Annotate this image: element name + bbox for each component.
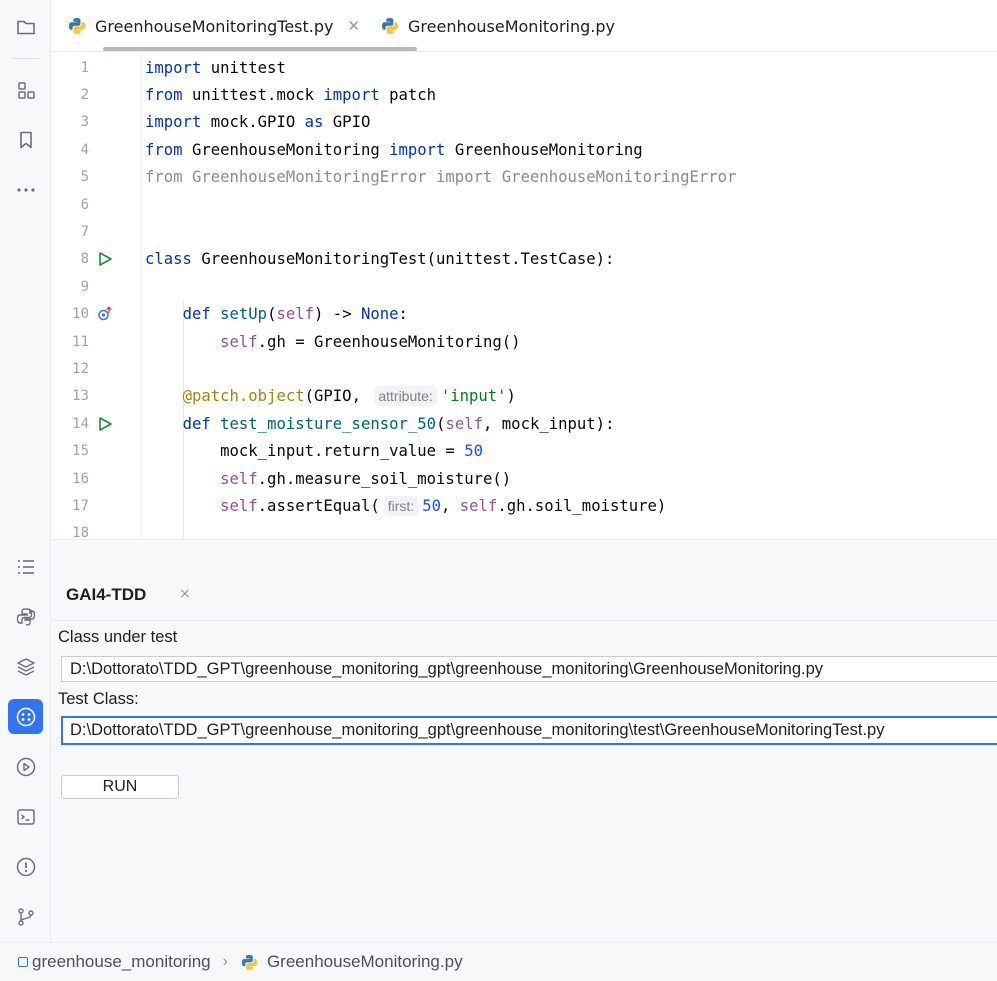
override-method-icon[interactable] (97, 306, 113, 322)
folder-icon (18, 957, 28, 967)
python-icon (69, 18, 85, 34)
code-text: def test_moisture_sensor_50(self, mock_i… (182, 414, 615, 433)
run-button[interactable]: RUN (61, 775, 179, 799)
code-text-unused: from GreenhouseMonitoringError import Gr… (145, 168, 737, 187)
more-icon[interactable] (8, 172, 43, 207)
line-number: 14 (72, 415, 89, 432)
line-number: 4 (80, 141, 89, 158)
code-line: 3 import mock.GPIO as GPIO (51, 109, 997, 136)
code-line: 17 self.assertEqual(first: 50, self.gh.so… (51, 492, 997, 519)
chevron-right-icon: › (222, 953, 228, 970)
project-folder-icon[interactable] (8, 9, 43, 44)
code-line: 16 self.gh.measure_soil_moisture() (51, 465, 997, 492)
breadcrumb-project[interactable]: greenhouse_monitoring (0, 952, 211, 972)
code-text: mock_input.return_value = 50 (220, 442, 483, 461)
gai4tdd-tool-window: GAI4-TDD × Class under test D:\Dottorato… (51, 569, 997, 942)
line-number: 6 (80, 196, 89, 213)
code-editor[interactable]: 1 import unittest 2 from unittest.mock i… (51, 52, 997, 539)
tool-window-title[interactable]: GAI4-TDD (66, 585, 146, 605)
code-line: 15 mock_input.return_value = 50 (51, 438, 997, 465)
tab-greenhouse-monitoring[interactable]: GreenhouseMonitoring.py (380, 0, 615, 52)
run-test-icon[interactable] (97, 251, 113, 267)
code-text: import unittest (145, 58, 286, 77)
test-class-field[interactable]: D:\Dottorato\TDD_GPT\greenhouse_monitori… (61, 716, 997, 745)
code-line: 6 (51, 191, 997, 218)
code-text: from GreenhouseMonitoring import Greenho… (145, 140, 643, 159)
close-icon[interactable]: × (179, 586, 191, 602)
line-number: 3 (80, 114, 89, 131)
line-number: 16 (72, 470, 89, 487)
parameter-hint: attribute: (374, 386, 437, 407)
code-line: 10 def setUp(self) -> None: (51, 301, 997, 328)
strip-divider (12, 58, 39, 59)
layers-icon[interactable] (8, 649, 43, 684)
line-number: 2 (80, 87, 89, 104)
line-number: 13 (72, 388, 89, 405)
code-line: 9 (51, 273, 997, 300)
code-line: 8 class GreenhouseMonitoringTest(unittes… (51, 246, 997, 273)
class-under-test-field[interactable]: D:\Dottorato\TDD_GPT\greenhouse_monitori… (61, 656, 997, 682)
problems-icon[interactable] (8, 849, 43, 884)
todo-list-icon[interactable] (8, 549, 43, 584)
line-number: 15 (72, 443, 89, 460)
code-text: class GreenhouseMonitoringTest(unittest.… (145, 250, 615, 269)
code-text: self.gh.measure_soil_moisture() (220, 469, 512, 488)
python-icon (241, 954, 258, 970)
line-number: 12 (72, 361, 89, 378)
tab-greenhouse-monitoring-test[interactable]: GreenhouseMonitoringTest.py ✕ (67, 0, 360, 52)
test-class-label: Test Class: (58, 690, 139, 708)
breadcrumb-project-label: greenhouse_monitoring (32, 952, 211, 971)
navigation-bar: greenhouse_monitoring › GreenhouseMonito… (0, 942, 997, 981)
active-tab-indicator (103, 47, 417, 51)
code-line: 5 from GreenhouseMonitoringError import … (51, 164, 997, 191)
code-text: from unittest.mock import patch (145, 86, 437, 105)
code-line: 2 from unittest.mock import patch (51, 81, 997, 108)
line-number: 10 (72, 306, 89, 323)
class-under-test-label: Class under test (58, 628, 178, 646)
line-number: 9 (80, 278, 89, 295)
code-line: 18 (51, 520, 997, 539)
line-number: 11 (72, 333, 89, 350)
code-line: 7 (51, 218, 997, 245)
editor-splitter[interactable] (51, 539, 997, 569)
code-line: 1 import unittest (51, 54, 997, 81)
code-line: 12 (51, 355, 997, 382)
code-line: 14 def test_moisture_sensor_50(self, moc… (51, 410, 997, 437)
line-number: 8 (80, 251, 89, 268)
breadcrumb-file-label: GreenhouseMonitoring.py (266, 952, 463, 971)
code-text: self.assertEqual(first: 50, self.gh.soil_… (220, 496, 667, 517)
code-text: @patch.object(GPIO, attribute:'input') (182, 386, 516, 407)
code-text: import mock.GPIO as GPIO (145, 113, 371, 132)
gai4tdd-plugin-icon[interactable] (8, 699, 43, 734)
code-text: def setUp(self) -> None: (182, 305, 408, 324)
terminal-icon[interactable] (8, 799, 43, 834)
code-line: 4 from GreenhouseMonitoring import Green… (51, 136, 997, 163)
services-icon[interactable] (8, 749, 43, 784)
tab-label: GreenhouseMonitoring.py (408, 16, 615, 36)
tab-label: GreenhouseMonitoringTest.py (95, 16, 334, 36)
code-line: 11 self.gh = GreenhouseMonitoring() (51, 328, 997, 355)
run-test-icon[interactable] (97, 416, 113, 432)
bookmark-icon[interactable] (8, 122, 43, 157)
python-console-icon[interactable] (8, 599, 43, 634)
code-text: self.gh = GreenhouseMonitoring() (220, 332, 521, 351)
structure-icon[interactable] (8, 72, 43, 107)
breadcrumb-file[interactable]: GreenhouseMonitoring.py (240, 952, 463, 972)
python-icon (382, 18, 398, 34)
line-number: 5 (80, 169, 89, 186)
tool-strip (0, 0, 51, 942)
line-number: 7 (80, 224, 89, 241)
tool-window-header: GAI4-TDD × (51, 569, 997, 621)
close-tab-icon[interactable]: ✕ (347, 17, 360, 35)
git-icon[interactable] (8, 899, 43, 934)
line-number: 17 (72, 498, 89, 515)
parameter-hint: first: (383, 496, 419, 517)
code-line: 13 @patch.object(GPIO, attribute:'input'… (51, 383, 997, 410)
line-number: 1 (80, 59, 89, 76)
editor-tab-bar: GreenhouseMonitoringTest.py ✕ Greenhouse… (51, 0, 997, 52)
line-number: 18 (72, 525, 89, 539)
